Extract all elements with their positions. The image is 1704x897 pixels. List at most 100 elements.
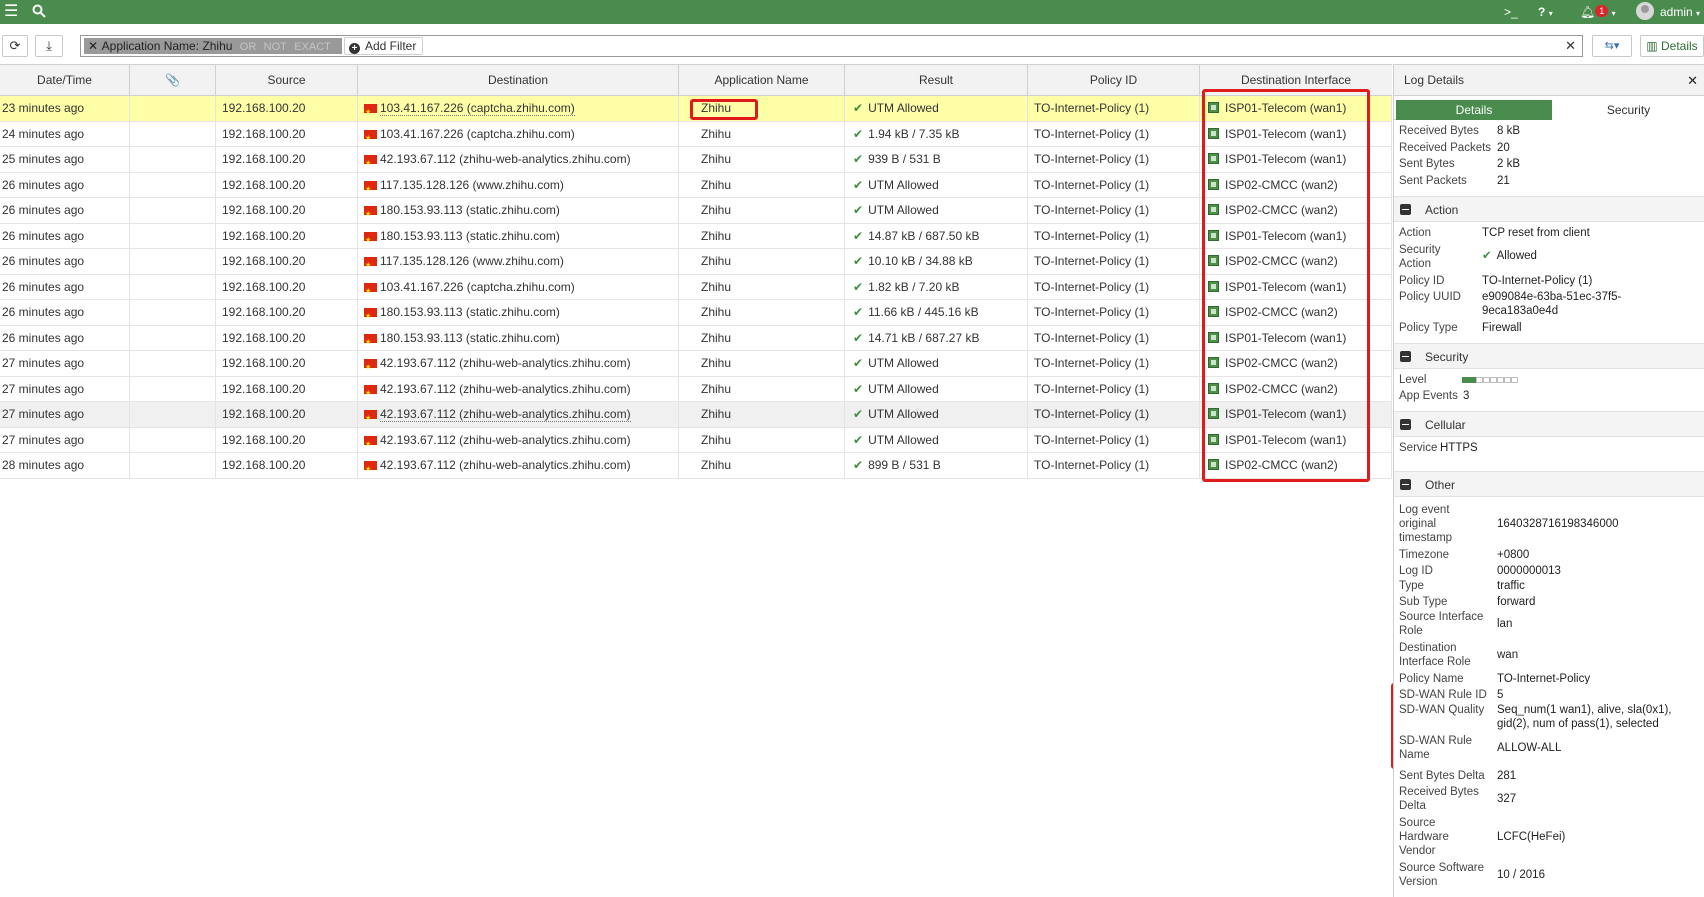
- table-row[interactable]: 26 minutes ago 192.168.100.20 117.135.128.…: [0, 172, 1392, 198]
- col-source[interactable]: Source: [216, 65, 358, 96]
- application-name-cell: Zhihu: [679, 402, 845, 427]
- destination-cell: 42.193.67.112 (zhihu-web-analytics.zhihu…: [358, 402, 679, 427]
- result-text: UTM Allowed: [868, 356, 939, 370]
- level-segment: [1483, 377, 1490, 383]
- col-result[interactable]: Result: [845, 65, 1028, 96]
- row-sdwan-rule-id: SD-WAN Rule ID 5: [1394, 688, 1704, 703]
- check-icon: ✔: [853, 432, 864, 447]
- cli-icon[interactable]: >_: [1504, 0, 1518, 24]
- result-cell: ✔ UTM Allowed: [845, 376, 1028, 402]
- table-row[interactable]: 26 minutes ago 192.168.100.20 180.153.93.1…: [0, 223, 1392, 249]
- table-row[interactable]: 27 minutes ago 192.168.100.20 42.193.67.11…: [0, 351, 1392, 377]
- china-flag-icon: [364, 126, 377, 147]
- policy-id-cell: TO-Internet-Policy (1): [1028, 325, 1200, 351]
- table-row[interactable]: 26 minutes ago 192.168.100.20 103.41.167.2…: [0, 274, 1392, 300]
- result-cell: ✔ 14.71 kB / 687.27 kB: [845, 325, 1028, 351]
- result-cell: ✔ UTM Allowed: [845, 198, 1028, 223]
- table-row[interactable]: 26 minutes ago 192.168.100.20 180.153.93.1…: [0, 300, 1392, 326]
- table-row[interactable]: 27 minutes ago 192.168.100.20 42.193.67.11…: [0, 427, 1392, 453]
- table-row[interactable]: 25 minutes ago 192.168.100.20 42.193.67.11…: [0, 147, 1392, 173]
- destination-text: 103.41.167.226 (captcha.zhihu.com): [380, 126, 575, 141]
- label-line-1: Received Bytes: [1399, 785, 1479, 798]
- application-name-cell: Zhihu: [679, 453, 845, 478]
- field-value: LCFC(HeFei): [1497, 830, 1566, 843]
- filter-bar[interactable]: ✕ Application Name: Zhihu OR NOT EXACT +…: [80, 35, 1583, 57]
- tab-details[interactable]: Details: [1396, 100, 1552, 120]
- section-other[interactable]: Other: [1394, 471, 1704, 497]
- result-text: 10.10 kB / 34.88 kB: [868, 254, 973, 268]
- filter-or-toggle[interactable]: OR: [240, 41, 257, 53]
- application-name-cell: Zhihu: [679, 172, 845, 198]
- view-toggle-button[interactable]: ⇆▾: [1592, 35, 1632, 57]
- filter-exact-toggle[interactable]: EXACT: [294, 41, 331, 53]
- filter-not-toggle[interactable]: NOT: [264, 41, 287, 53]
- source-cell: 192.168.100.20: [216, 376, 358, 402]
- search-icon[interactable]: [32, 0, 46, 24]
- interface-icon: [1208, 306, 1219, 317]
- field-label: SD-WAN Rule Name: [1399, 734, 1494, 762]
- table-row[interactable]: 26 minutes ago 192.168.100.20 117.135.128.…: [0, 249, 1392, 275]
- table-row[interactable]: 26 minutes ago 192.168.100.20 180.153.93.1…: [0, 325, 1392, 351]
- hamburger-icon[interactable]: ☰: [4, 0, 18, 24]
- section-security[interactable]: Security: [1394, 343, 1704, 369]
- policy-id-cell: TO-Internet-Policy (1): [1028, 223, 1200, 249]
- col-policy-id[interactable]: Policy ID: [1028, 65, 1200, 96]
- policy-id-cell: TO-Internet-Policy (1): [1028, 427, 1200, 453]
- destination-text: 180.153.93.113 (static.zhihu.com): [380, 330, 560, 345]
- table-row[interactable]: 27 minutes ago 192.168.100.20 42.193.67.11…: [0, 402, 1392, 428]
- field-label: Security Action: [1399, 243, 1494, 271]
- field-label: Policy UUID: [1399, 291, 1461, 303]
- quality-line-2: gid(2), num of pass(1), selected: [1497, 718, 1659, 730]
- remove-filter-icon[interactable]: ✕: [87, 38, 99, 54]
- china-flag-icon: [364, 432, 377, 453]
- refresh-button[interactable]: ⟳: [2, 35, 28, 57]
- datetime-cell: 26 minutes ago: [2, 325, 130, 351]
- attachment-cell: [130, 172, 216, 198]
- download-button[interactable]: ⤓: [35, 35, 63, 57]
- policy-id-cell: TO-Internet-Policy (1): [1028, 274, 1200, 300]
- table-row[interactable]: 26 minutes ago 192.168.100.20 180.153.93.1…: [0, 198, 1392, 224]
- col-datetime[interactable]: Date/Time: [0, 65, 130, 96]
- attachment-cell: [130, 198, 216, 223]
- source-cell: 192.168.100.20: [216, 96, 358, 121]
- tab-security[interactable]: Security: [1552, 100, 1704, 120]
- download-icon: ⤓: [46, 38, 52, 53]
- attachment-cell: [130, 376, 216, 402]
- col-destination[interactable]: Destination: [358, 65, 679, 96]
- table-row[interactable]: 23 minutes ago 192.168.100.20 103.41.167.2…: [0, 96, 1392, 122]
- destination-text: 117.135.128.126 (www.zhihu.com): [380, 177, 564, 192]
- application-name-cell: Zhihu: [679, 198, 845, 223]
- chevron-down-icon: ▾: [1696, 9, 1701, 18]
- destination-interface-cell: ISP02-CMCC (wan2): [1200, 172, 1392, 198]
- destination-text: 117.135.128.126 (www.zhihu.com): [380, 254, 564, 268]
- china-flag-icon: [364, 253, 377, 274]
- log-details-panel: Log Details ✕ Details Security Received …: [1393, 64, 1704, 897]
- details-toggle-button[interactable]: ▥ Details: [1640, 35, 1704, 57]
- col-destination-interface[interactable]: Destination Interface: [1200, 65, 1392, 96]
- security-action-value: Allowed: [1496, 250, 1537, 262]
- table-row[interactable]: 24 minutes ago 192.168.100.20 103.41.167.2…: [0, 121, 1392, 147]
- clear-filter-icon[interactable]: ✕: [1565, 36, 1576, 56]
- table-row[interactable]: 28 minutes ago 192.168.100.20 42.193.67.11…: [0, 453, 1392, 479]
- notification-bell[interactable]: 🔔︎ 1 ▾: [1580, 0, 1616, 24]
- field-label: Timezone: [1399, 549, 1450, 561]
- table-row[interactable]: 27 minutes ago 192.168.100.20 42.193.67.11…: [0, 376, 1392, 402]
- destination-interface-cell: ISP01-Telecom (wan1): [1200, 274, 1392, 300]
- add-filter-button[interactable]: + Add Filter: [344, 37, 424, 55]
- result-cell: ✔ 899 B / 531 B: [845, 453, 1028, 478]
- user-menu[interactable]: admin ▾: [1636, 0, 1700, 24]
- col-application-name[interactable]: Application Name: [679, 65, 845, 96]
- section-action[interactable]: Action: [1394, 196, 1704, 222]
- row-source-software-version: Source Software Version 10 / 2016: [1394, 861, 1704, 892]
- help-icon[interactable]: ? ▾: [1538, 0, 1553, 24]
- panel-header: Log Details ✕: [1394, 64, 1704, 96]
- source-cell: 192.168.100.20: [216, 274, 358, 300]
- field-label: Received Bytes Delta: [1399, 785, 1494, 813]
- attachment-cell: [130, 453, 216, 478]
- result-text: 939 B / 531 B: [868, 152, 941, 166]
- result-cell: ✔ UTM Allowed: [845, 427, 1028, 453]
- row-log-event-timestamp: Log event original timestamp 16403287161983…: [1394, 503, 1704, 548]
- attachment-icon[interactable]: 📎: [130, 65, 216, 96]
- close-icon[interactable]: ✕: [1687, 65, 1698, 96]
- section-cellular[interactable]: Cellular: [1394, 411, 1704, 437]
